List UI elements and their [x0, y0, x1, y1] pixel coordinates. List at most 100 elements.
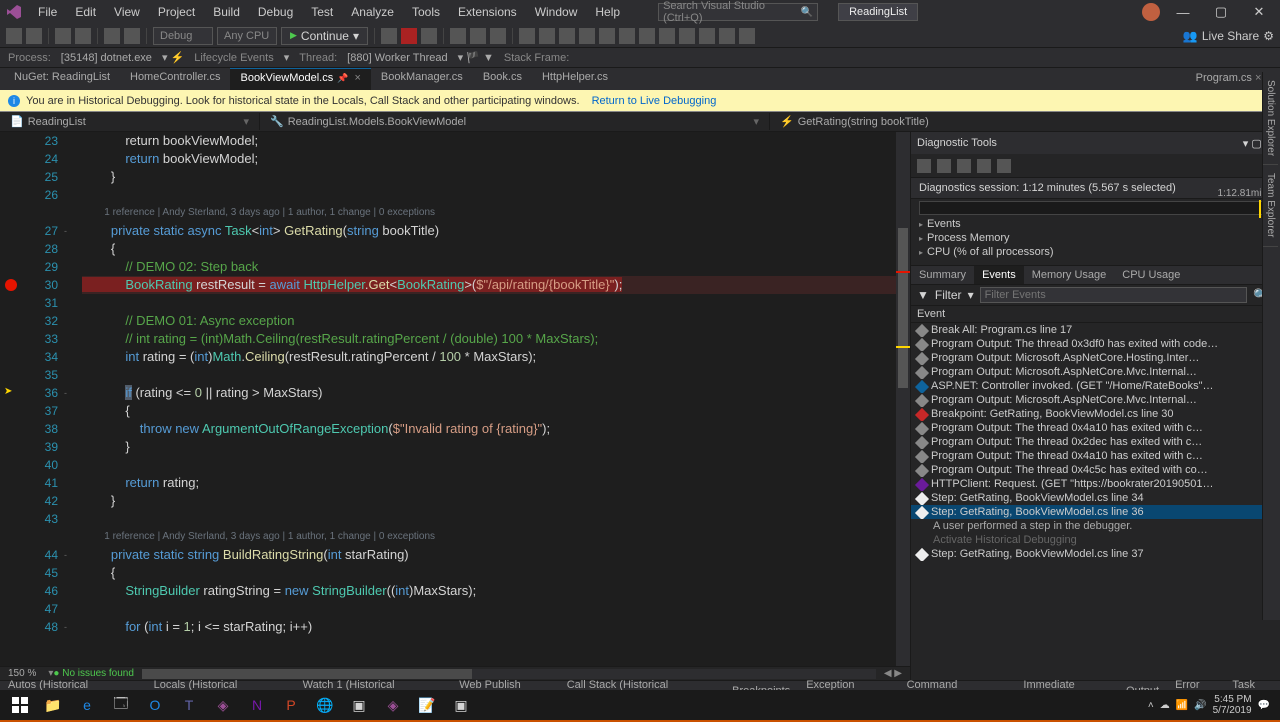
document-tab[interactable]: NuGet: ReadingList: [4, 68, 120, 90]
step-into-icon[interactable]: [450, 28, 466, 44]
editor-horizontal-scrollbar[interactable]: [142, 669, 876, 679]
nav-class-dropdown[interactable]: 🔧 ReadingList.Models.BookViewModel▾: [260, 113, 770, 130]
tb-icon[interactable]: [679, 28, 695, 44]
step-out-icon[interactable]: [490, 28, 506, 44]
tb-icon[interactable]: [619, 28, 635, 44]
menu-window[interactable]: Window: [527, 3, 586, 21]
diag-track[interactable]: Process Memory: [911, 231, 1280, 245]
taskbar-app[interactable]: 📝: [410, 693, 444, 717]
diag-event-row[interactable]: Program Output: Microsoft.AspNetCore.Mvc…: [911, 393, 1280, 407]
code-editor[interactable]: ➤ 23242526 27282930313233343536373839404…: [0, 132, 910, 666]
taskbar-app[interactable]: 🗔: [104, 693, 138, 717]
break-all-icon[interactable]: [381, 28, 397, 44]
thread-dropdown[interactable]: [880] Worker Thread: [347, 52, 447, 64]
tb-icon[interactable]: [559, 28, 575, 44]
solution-explorer-tab[interactable]: Solution Explorer: [1263, 72, 1278, 165]
close-button[interactable]: ✕: [1244, 4, 1274, 20]
process-dropdown[interactable]: [35148] dotnet.exe: [61, 52, 152, 64]
menu-view[interactable]: View: [106, 3, 148, 21]
redo-icon[interactable]: [124, 28, 140, 44]
diag-event-row[interactable]: Program Output: Microsoft.AspNetCore.Hos…: [911, 351, 1280, 365]
save-icon[interactable]: [55, 28, 71, 44]
diag-event-row[interactable]: ASP.NET: Controller invoked. (GET "/Home…: [911, 379, 1280, 393]
tray-cloud-icon[interactable]: ☁: [1160, 700, 1170, 711]
tray-wifi-icon[interactable]: 📶: [1176, 700, 1188, 711]
quick-search-input[interactable]: Search Visual Studio (Ctrl+Q): [658, 3, 818, 21]
taskbar-app[interactable]: 🌐: [308, 693, 342, 717]
diag-event-row[interactable]: Program Output: Microsoft.AspNetCore.Mvc…: [911, 365, 1280, 379]
menu-tools[interactable]: Tools: [404, 3, 448, 21]
diag-tool-icon[interactable]: [997, 159, 1011, 173]
menu-edit[interactable]: Edit: [67, 3, 104, 21]
notification-icon[interactable]: 💬: [1258, 700, 1270, 711]
diag-event-row[interactable]: Program Output: The thread 0x4c5c has ex…: [911, 463, 1280, 477]
diag-event-row[interactable]: Break All: Program.cs line 17: [911, 323, 1280, 337]
continue-button[interactable]: Continue ▾: [281, 27, 368, 45]
maximize-button[interactable]: ▢: [1206, 4, 1236, 20]
menu-analyze[interactable]: Analyze: [343, 3, 402, 21]
diag-event-row[interactable]: HTTPClient: Request. (GET "https://bookr…: [911, 477, 1280, 491]
stop-icon[interactable]: [401, 28, 417, 44]
document-tab[interactable]: Book.cs: [473, 68, 532, 90]
main-menu[interactable]: FileEditViewProjectBuildDebugTestAnalyze…: [30, 3, 628, 21]
save-all-icon[interactable]: [75, 28, 91, 44]
taskbar-app[interactable]: O: [138, 693, 172, 717]
diag-tool-icon[interactable]: [957, 159, 971, 173]
tb-icon[interactable]: [599, 28, 615, 44]
taskbar-app[interactable]: ◈: [376, 693, 410, 717]
nav-project-dropdown[interactable]: 📄 ReadingList▾: [0, 113, 260, 130]
minimize-button[interactable]: —: [1168, 5, 1198, 20]
diag-tab-cpu-usage[interactable]: CPU Usage: [1114, 266, 1188, 284]
diag-tool-icon[interactable]: [917, 159, 931, 173]
start-button[interactable]: [4, 693, 36, 717]
system-clock[interactable]: 5:45 PM5/7/2019: [1213, 694, 1252, 716]
editor-vertical-scrollbar[interactable]: [896, 132, 910, 666]
taskbar-app[interactable]: N: [240, 693, 274, 717]
diag-tab-memory-usage[interactable]: Memory Usage: [1024, 266, 1115, 284]
menu-help[interactable]: Help: [587, 3, 628, 21]
tb-icon[interactable]: [699, 28, 715, 44]
menu-build[interactable]: Build: [205, 3, 248, 21]
diag-track[interactable]: CPU (% of all processors): [911, 245, 1280, 259]
taskbar-app[interactable]: 📁: [36, 693, 70, 717]
menu-test[interactable]: Test: [303, 3, 341, 21]
diag-tool-icon[interactable]: [977, 159, 991, 173]
tb-icon[interactable]: [579, 28, 595, 44]
taskbar-app[interactable]: P: [274, 693, 308, 717]
event-column-header[interactable]: Event: [911, 306, 1280, 323]
diag-track[interactable]: Events: [911, 217, 1280, 231]
diag-tool-icon[interactable]: [937, 159, 951, 173]
taskbar-app[interactable]: ▣: [342, 693, 376, 717]
diag-timeline[interactable]: 1:12.81min: [919, 201, 1272, 215]
menu-debug[interactable]: Debug: [250, 3, 301, 21]
platform-dropdown[interactable]: Any CPU: [217, 27, 277, 45]
tray-up-icon[interactable]: ˄: [1148, 700, 1154, 711]
diag-event-row[interactable]: Program Output: The thread 0x3df0 has ex…: [911, 337, 1280, 351]
document-tab[interactable]: HomeController.cs: [120, 68, 230, 90]
menu-project[interactable]: Project: [150, 3, 203, 21]
tb-icon[interactable]: [719, 28, 735, 44]
tb-icon[interactable]: [739, 28, 755, 44]
tray-volume-icon[interactable]: 🔊: [1194, 700, 1206, 711]
taskbar-app[interactable]: e: [70, 693, 104, 717]
nav-back-icon[interactable]: [6, 28, 22, 44]
taskbar-app[interactable]: ◈: [206, 693, 240, 717]
undo-icon[interactable]: [104, 28, 120, 44]
diag-event-row[interactable]: Step: GetRating, BookViewModel.cs line 3…: [911, 547, 1280, 561]
nav-member-dropdown[interactable]: ⚡ GetRating(string bookTitle)▾: [770, 113, 1280, 130]
return-live-debug-link[interactable]: Return to Live Debugging: [592, 95, 717, 107]
document-tab[interactable]: BookManager.cs: [371, 68, 473, 90]
nav-fwd-icon[interactable]: [26, 28, 42, 44]
document-tab[interactable]: BookViewModel.cs📌: [230, 68, 370, 90]
tb-icon[interactable]: [639, 28, 655, 44]
tb-icon[interactable]: [659, 28, 675, 44]
restart-icon[interactable]: [421, 28, 437, 44]
diag-event-row[interactable]: Breakpoint: GetRating, BookViewModel.cs …: [911, 407, 1280, 421]
taskbar-app[interactable]: ▣: [444, 693, 478, 717]
filter-events-input[interactable]: [980, 287, 1247, 303]
diag-event-row[interactable]: Program Output: The thread 0x4a10 has ex…: [911, 449, 1280, 463]
diag-event-row[interactable]: Step: GetRating, BookViewModel.cs line 3…: [911, 505, 1280, 519]
tb-icon[interactable]: [539, 28, 555, 44]
diag-event-row[interactable]: Step: GetRating, BookViewModel.cs line 3…: [911, 491, 1280, 505]
taskbar-app[interactable]: T: [172, 693, 206, 717]
